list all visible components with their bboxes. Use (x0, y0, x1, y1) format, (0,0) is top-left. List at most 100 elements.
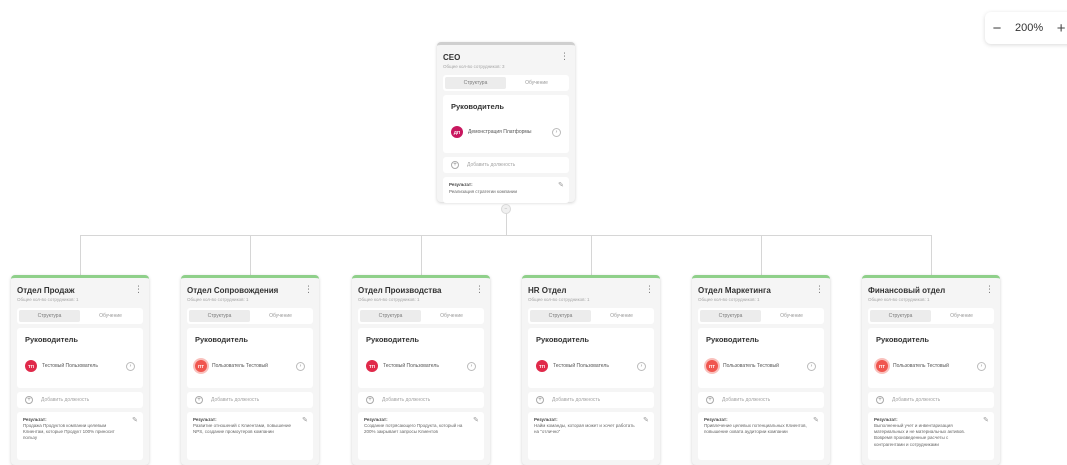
person-action-icon[interactable]: › (637, 361, 646, 371)
tab-structure[interactable]: Структура (530, 310, 591, 322)
avatar: ПТ (195, 360, 207, 372)
person-action-icon[interactable]: › (467, 361, 476, 371)
leader-person[interactable]: ПТ Пользователь Тестовый › (706, 359, 816, 373)
leader-person[interactable]: ТП Тестовый Пользователь › (536, 359, 646, 373)
result-text: Развитие отношений с Клиентами, повышени… (193, 423, 291, 435)
tab-training[interactable]: Обучение (931, 310, 992, 322)
more-menu-icon[interactable]: ⋮ (645, 284, 654, 294)
zoom-in-button[interactable]: + (1049, 20, 1067, 37)
plus-circle-icon: + (366, 396, 374, 404)
leader-section: Руководитель ТП Тестовый Пользователь › (17, 328, 143, 388)
add-position-label: Добавить должность (382, 397, 431, 403)
edit-icon[interactable]: ✎ (643, 416, 649, 424)
more-menu-icon[interactable]: ⋮ (985, 284, 994, 294)
tab-training[interactable]: Обучение (250, 310, 311, 322)
result-label: Результат: (874, 417, 898, 422)
result-label: Результат: (704, 417, 728, 422)
tab-training[interactable]: Обучение (506, 77, 567, 89)
add-position-button[interactable]: + Добавить должность (528, 392, 654, 408)
edit-icon[interactable]: ✎ (132, 416, 138, 424)
person-action-icon[interactable]: › (807, 361, 816, 371)
leader-person[interactable]: ПТ Пользователь Тестовый › (195, 359, 305, 373)
card-title: Отдел Продаж (17, 286, 75, 295)
person-action-icon[interactable]: › (977, 361, 986, 371)
more-menu-icon[interactable]: ⋮ (304, 284, 313, 294)
more-menu-icon[interactable]: ⋮ (134, 284, 143, 294)
leader-name: Демонстрация Платформы (468, 129, 532, 135)
result-section: Результат: Реализация стратегии компании… (443, 177, 569, 203)
person-action-icon[interactable]: › (126, 361, 135, 371)
add-position-button[interactable]: + Добавить должность (443, 157, 569, 173)
plus-circle-icon: + (536, 396, 544, 404)
result-section: Результат: Выполненный учет и инвентариз… (868, 412, 994, 460)
plus-circle-icon: + (25, 396, 33, 404)
tab-structure[interactable]: Структура (19, 310, 80, 322)
card-title: Финансовый отдел (868, 286, 946, 295)
add-position-button[interactable]: + Добавить должность (187, 392, 313, 408)
result-text: Привлечение целевых потенциальных Клиент… (704, 423, 807, 435)
more-menu-icon[interactable]: ⋮ (560, 51, 569, 61)
leader-section: Руководитель ТП Тестовый Пользователь › (528, 328, 654, 388)
plus-circle-icon: + (706, 396, 714, 404)
org-card-department[interactable]: Финансовый отдел Общее кол-во сотруднико… (862, 275, 1000, 465)
tab-structure[interactable]: Структура (700, 310, 761, 322)
edit-icon[interactable]: ✎ (558, 181, 564, 189)
leader-person[interactable]: ТП Тестовый Пользователь › (366, 359, 476, 373)
leader-section: Руководитель ТП Тестовый Пользователь › (358, 328, 484, 388)
connector-drop (250, 235, 251, 276)
card-tabs: Структура Обучение (868, 308, 994, 324)
leader-person[interactable]: ПТ Пользователь Тестовый › (876, 359, 986, 373)
leader-person[interactable]: ТП Тестовый Пользователь › (25, 359, 135, 373)
result-text: Выполненный учет и инвентаризация матери… (874, 423, 966, 447)
person-action-icon[interactable]: › (552, 127, 561, 137)
collapse-toggle-icon[interactable]: − (501, 204, 511, 214)
card-employee-count: Общее кол-во сотрудников: 1 (187, 297, 249, 302)
result-label: Результат: (449, 182, 473, 187)
org-card-department[interactable]: Отдел Производства Общее кол-во сотрудни… (352, 275, 490, 465)
org-card-department[interactable]: Отдел Сопровождения Общее кол-во сотрудн… (181, 275, 319, 465)
leader-section: Руководитель ПТ Пользователь Тестовый › (698, 328, 824, 388)
leader-name: Тестовый Пользователь (383, 363, 439, 369)
tab-structure[interactable]: Структура (445, 77, 506, 89)
card-tabs: Структура Обучение (698, 308, 824, 324)
org-card-department[interactable]: Отдел Маркетинга Общее кол-во сотруднико… (692, 275, 830, 465)
org-card-department[interactable]: HR Отдел Общее кол-во сотрудников: 1 ⋮ С… (522, 275, 660, 465)
tab-training[interactable]: Обучение (80, 310, 141, 322)
org-card-ceo[interactable]: CEO Общее кол-во сотрудников: 3 ⋮ Структ… (437, 42, 575, 203)
zoom-control: − 200% + (985, 12, 1067, 44)
edit-icon[interactable]: ✎ (302, 416, 308, 424)
tab-structure[interactable]: Структура (870, 310, 931, 322)
more-menu-icon[interactable]: ⋮ (475, 284, 484, 294)
org-card-department[interactable]: Отдел Продаж Общее кол-во сотрудников: 1… (11, 275, 149, 465)
avatar: ДП (451, 126, 463, 138)
add-position-button[interactable]: + Добавить должность (868, 392, 994, 408)
add-position-button[interactable]: + Добавить должность (698, 392, 824, 408)
leader-heading: Руководитель (876, 335, 929, 344)
tab-training[interactable]: Обучение (591, 310, 652, 322)
add-position-button[interactable]: + Добавить должность (17, 392, 143, 408)
zoom-out-button[interactable]: − (985, 20, 1009, 37)
leader-heading: Руководитель (536, 335, 589, 344)
card-tabs: Структура Обучение (187, 308, 313, 324)
leader-name: Пользователь Тестовый (893, 363, 949, 369)
card-tabs: Структура Обучение (358, 308, 484, 324)
leader-name: Пользователь Тестовый (723, 363, 779, 369)
result-label: Результат: (193, 417, 217, 422)
person-action-icon[interactable]: › (296, 361, 305, 371)
tab-training[interactable]: Обучение (421, 310, 482, 322)
edit-icon[interactable]: ✎ (983, 416, 989, 424)
more-menu-icon[interactable]: ⋮ (815, 284, 824, 294)
add-position-button[interactable]: + Добавить должность (358, 392, 484, 408)
tab-training[interactable]: Обучение (761, 310, 822, 322)
card-title: Отдел Производства (358, 286, 442, 295)
leader-person[interactable]: ДП Демонстрация Платформы › (451, 125, 561, 139)
tab-structure[interactable]: Структура (189, 310, 250, 322)
tab-structure[interactable]: Структура (360, 310, 421, 322)
leader-section: Руководитель ПТ Пользователь Тестовый › (187, 328, 313, 388)
zoom-level: 200% (1015, 22, 1044, 34)
avatar: ТП (366, 360, 378, 372)
add-position-label: Добавить должность (467, 162, 516, 168)
edit-icon[interactable]: ✎ (813, 416, 819, 424)
avatar: ТП (25, 360, 37, 372)
edit-icon[interactable]: ✎ (473, 416, 479, 424)
